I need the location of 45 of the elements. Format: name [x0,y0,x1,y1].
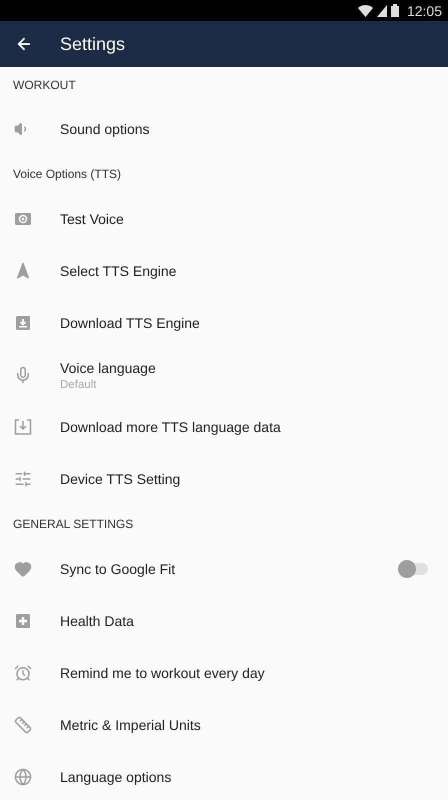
settings-row[interactable]: Select TTS Engine [0,245,448,297]
signal-icon [376,4,387,16]
setting-title: Remind me to workout every day [60,665,266,681]
setting-title: Metric & Imperial Units [60,717,202,733]
setting-title: Voice language [60,360,157,376]
battery-icon [390,4,399,17]
broadcast-icon [14,210,32,228]
setting-title: Sync to Google Fit [60,561,176,577]
settings-row[interactable]: Metric & Imperial Units [0,699,448,751]
heart-icon [14,560,32,578]
plus-icon [14,612,32,630]
navigation-arrow-icon [14,262,32,280]
setting-title: Health Data [60,613,135,629]
microphone-icon [14,366,32,384]
setting-title: Download more TTS language data [60,419,282,435]
setting-title: Language options [60,769,172,785]
sliders-icon [14,470,32,488]
settings-row[interactable]: Test Voice [0,193,448,245]
settings-row[interactable]: Sound options [0,103,448,155]
status-time: 12:05 [406,2,442,18]
toggle-switch[interactable] [398,563,428,575]
globe-icon [14,768,32,786]
settings-row[interactable]: Device TTS Setting [0,453,448,505]
alarm-clock-icon [14,664,32,682]
setting-value: Default [60,378,98,390]
setting-title: Device TTS Setting [60,471,182,487]
ruler-icon [14,716,32,734]
settings-row[interactable]: Language options [0,751,448,800]
setting-title: Test Voice [60,211,125,227]
wifi-icon [358,4,373,16]
settings-row[interactable]: Health Data [0,595,448,647]
section-header: GENERAL SETTINGS [13,517,134,531]
settings-row[interactable]: Sync to Google Fit [0,543,448,595]
section-header: Voice Options (TTS) [13,167,122,181]
settings-row[interactable]: Remind me to workout every day [0,647,448,699]
setting-title: Sound options [60,121,151,137]
download-icon [14,314,32,332]
settings-row[interactable]: Voice language Default [0,349,448,401]
screen-title: Settings [60,34,126,54]
download-icon [14,418,32,436]
settings-row[interactable]: Download more TTS language data [0,401,448,453]
settings-row[interactable]: Download TTS Engine [0,297,448,349]
section-header: WORKOUT [13,78,76,92]
setting-title: Download TTS Engine [60,315,201,331]
setting-title: Select TTS Engine [60,263,178,279]
